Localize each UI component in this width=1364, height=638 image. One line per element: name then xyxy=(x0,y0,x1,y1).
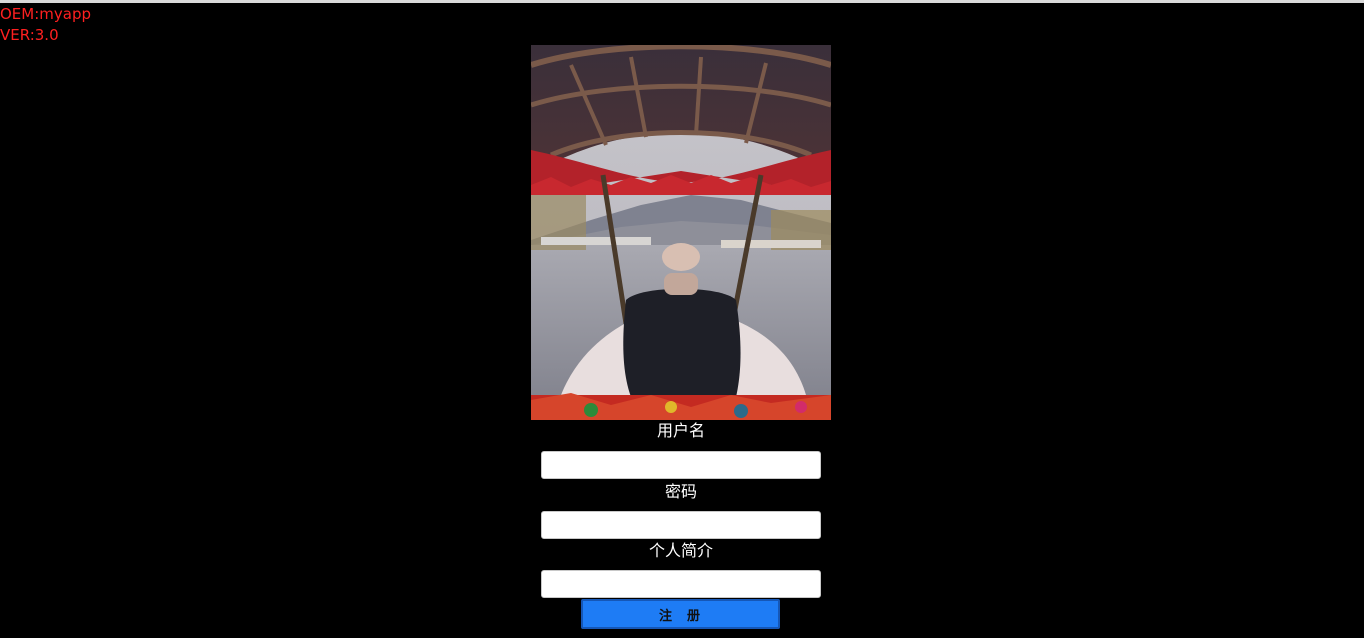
oem-info-text: OEM:myapp xyxy=(0,5,92,23)
password-label: 密码 xyxy=(664,482,697,501)
password-input[interactable] xyxy=(541,511,821,539)
register-page: OEM:myapp VER:3.0 用户名 密码 个人简介 注 册 xyxy=(0,0,1364,638)
boat-photo xyxy=(531,45,831,420)
bio-input[interactable] xyxy=(541,570,821,598)
version-info-text: VER:3.0 xyxy=(0,26,59,44)
username-input[interactable] xyxy=(541,451,821,479)
register-button[interactable]: 注 册 xyxy=(581,599,780,629)
username-label: 用户名 xyxy=(656,421,705,440)
bio-label: 个人简介 xyxy=(648,541,713,560)
window-top-border xyxy=(0,0,1364,3)
